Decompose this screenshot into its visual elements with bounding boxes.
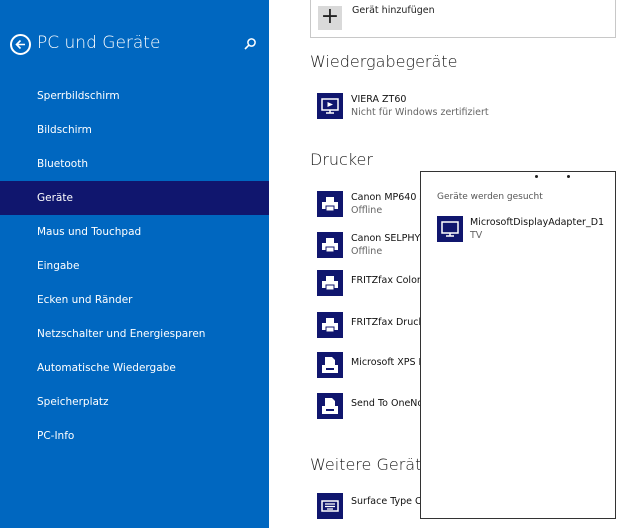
device-name: VIERA ZT60 (351, 94, 407, 105)
device-name: Send To OneNo (351, 398, 424, 409)
plus-icon: + (318, 4, 342, 30)
device-item-viera[interactable]: VIERA ZT60 Nicht für Windows zertifizier… (317, 93, 640, 121)
printer-icon (317, 191, 343, 217)
back-arrow-icon (15, 39, 25, 50)
progress-dot (535, 175, 538, 178)
printer-icon (317, 312, 343, 338)
device-status: Offline (351, 205, 383, 216)
sidebar-item-pc-info[interactable]: PC-Info (0, 419, 269, 453)
device-status: Nicht für Windows zertifiziert (351, 107, 489, 118)
keyboard-icon (317, 493, 343, 519)
sidebar-item-sperrbildschirm[interactable]: Sperrbildschirm (0, 79, 269, 113)
device-name: Surface Type Co (351, 496, 428, 507)
back-button[interactable] (10, 34, 31, 55)
device-status: Offline (351, 246, 383, 257)
monitor-icon (317, 93, 343, 119)
device-name: FRITZfax Drucke (351, 317, 430, 328)
sidebar-item-eingabe[interactable]: Eingabe (0, 249, 269, 283)
device-name: Microsoft XPS D (351, 357, 426, 368)
device-name: Canon SELPHY C (351, 233, 430, 244)
popup-device-item[interactable]: MicrosoftDisplayAdapter_D1 TV (437, 216, 615, 244)
sidebar-item-ecken-und-raender[interactable]: Ecken und Ränder (0, 283, 269, 317)
sidebar-item-speicherplatz[interactable]: Speicherplatz (0, 385, 269, 419)
search-icon[interactable] (243, 37, 257, 51)
document-printer-icon (317, 393, 343, 419)
sidebar-item-bluetooth[interactable]: Bluetooth (0, 147, 269, 181)
sidebar-item-maus-und-touchpad[interactable]: Maus und Touchpad (0, 215, 269, 249)
page-title: PC und Geräte (37, 33, 161, 53)
section-heading-playback: Wiedergabegeräte (310, 52, 458, 71)
document-printer-icon (317, 352, 343, 378)
sidebar-header: PC und Geräte (10, 33, 260, 58)
sidebar-item-netzschalter[interactable]: Netzschalter und Energiesparen (0, 317, 269, 351)
section-heading-printers: Drucker (310, 150, 373, 169)
sidebar-item-geraete[interactable]: Geräte (0, 181, 269, 215)
monitor-icon (437, 216, 463, 242)
section-heading-other: Weitere Geräte (310, 455, 432, 474)
device-name: Canon MP640 s (351, 192, 425, 203)
device-name: MicrosoftDisplayAdapter_D1 (470, 217, 605, 228)
add-device-label: Gerät hinzufügen (352, 5, 435, 16)
progress-dot (567, 175, 570, 178)
printer-icon (317, 270, 343, 296)
device-type: TV (470, 230, 483, 241)
device-search-popup: Geräte werden gesucht MicrosoftDisplayAd… (420, 171, 616, 519)
add-device-button[interactable]: + Gerät hinzufügen (310, 0, 616, 38)
sidebar-item-automatische-wiedergabe[interactable]: Automatische Wiedergabe (0, 351, 269, 385)
sidebar: PC und Geräte Sperrbildschirm Bildschirm… (0, 0, 269, 528)
sidebar-nav: Sperrbildschirm Bildschirm Bluetooth Ger… (0, 79, 269, 453)
popup-title: Geräte werden gesucht (437, 192, 543, 202)
printer-icon (317, 232, 343, 258)
sidebar-item-bildschirm[interactable]: Bildschirm (0, 113, 269, 147)
